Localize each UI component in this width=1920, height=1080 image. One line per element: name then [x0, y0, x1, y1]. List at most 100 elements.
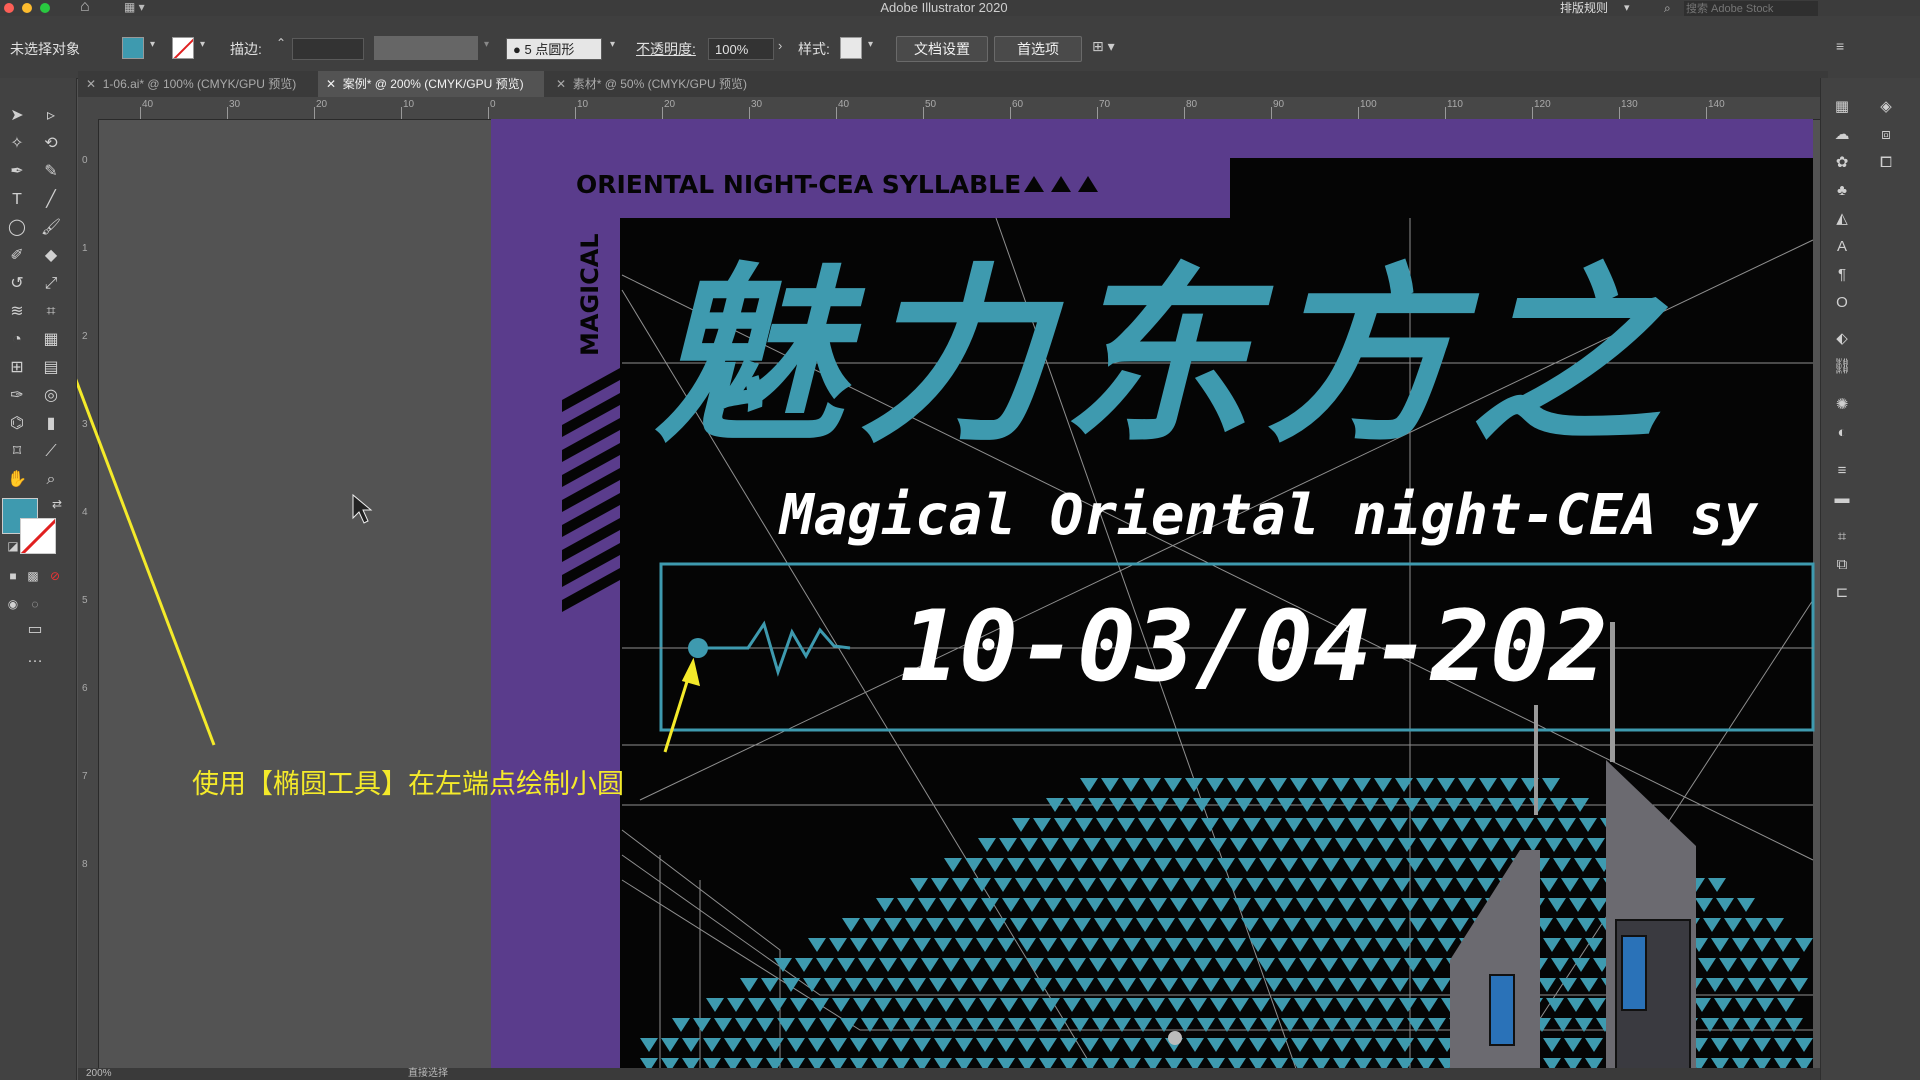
more-tools-icon[interactable]: …	[22, 646, 48, 670]
pattern-triangle	[1385, 858, 1403, 872]
color-icon[interactable]: ✺	[1829, 394, 1855, 416]
pattern-triangle	[1427, 858, 1445, 872]
pattern-triangle	[1228, 1038, 1246, 1052]
pen-tool-icon[interactable]: ✒	[4, 160, 30, 184]
pattern-triangle	[1228, 938, 1246, 952]
screen-mode-icon[interactable]: ▭	[22, 618, 48, 642]
pattern-triangle	[1404, 958, 1422, 972]
perspective-grid-tool-icon[interactable]: ▦	[38, 328, 64, 352]
pathfinder-icon[interactable]: ⧉	[1829, 554, 1855, 576]
pattern-triangle	[1236, 958, 1254, 972]
eyedropper-tool-icon[interactable]: ✑	[4, 384, 30, 408]
none-mode-icon[interactable]: ⊘	[42, 564, 68, 588]
default-colors-icon[interactable]: ◪	[0, 534, 26, 558]
blend-tool-icon[interactable]: ◎	[38, 384, 64, 408]
transform-icon[interactable]: ⬖	[1829, 328, 1855, 350]
pattern-triangle	[1440, 838, 1458, 852]
color-guide-icon[interactable]: ◐	[1829, 422, 1855, 444]
pattern-triangle	[1233, 898, 1251, 912]
pattern-triangle	[1332, 778, 1350, 792]
pattern-triangle	[1790, 978, 1808, 992]
pattern-triangle	[672, 1018, 690, 1032]
symbol-sprayer-tool-icon[interactable]: ⌬	[4, 412, 30, 436]
artwork-canvas[interactable]: ORIENTAL NIGHT-CEA SYLLABLE MAGICAL 魅力东方…	[0, 0, 1920, 1080]
artboards-icon[interactable]: ⧈	[1873, 124, 1899, 146]
pattern-triangle	[1005, 958, 1023, 972]
column-graph-tool-icon[interactable]: ▮	[38, 412, 64, 436]
libraries-icon[interactable]: ☁	[1829, 124, 1855, 146]
pattern-triangle	[1322, 858, 1340, 872]
align-icon[interactable]: ⊏	[1829, 582, 1855, 604]
scale-tool-icon[interactable]: ⤢	[38, 272, 64, 296]
pattern-triangle	[1249, 1038, 1267, 1052]
zoom-level[interactable]: 200%	[86, 1068, 112, 1080]
symbols-icon[interactable]: ♣	[1829, 180, 1855, 202]
properties-icon[interactable]: ▦	[1829, 96, 1855, 118]
current-tool-name: 直接选择	[408, 1068, 448, 1079]
opentype-icon[interactable]: O	[1829, 292, 1855, 314]
character-icon[interactable]: A	[1829, 236, 1855, 258]
pattern-triangle	[829, 1038, 847, 1052]
free-transform-tool-icon[interactable]: ⌗	[38, 300, 64, 324]
pattern-triangle	[892, 1038, 910, 1052]
pattern-triangle	[1325, 918, 1343, 932]
pattern-triangle	[1291, 938, 1309, 952]
pattern-triangle	[931, 878, 949, 892]
lasso-tool-icon[interactable]: ⟲	[38, 132, 64, 156]
hand-tool-icon[interactable]: ✋	[4, 468, 30, 492]
curvature-tool-icon[interactable]: ✎	[38, 160, 64, 184]
pattern-triangle	[1706, 978, 1724, 992]
stroke-icon[interactable]: ≡	[1829, 460, 1855, 482]
direct-selection-tool-icon[interactable]: ▹	[38, 104, 64, 128]
title-cn: 魅力东方之	[654, 247, 1674, 468]
paragraph-icon[interactable]: ¶	[1829, 264, 1855, 286]
pattern-triangle	[1567, 998, 1585, 1012]
slice-tool-icon[interactable]: ⟋	[38, 440, 64, 464]
pattern-triangle	[1285, 818, 1303, 832]
draw-behind-icon[interactable]: ◌	[22, 592, 48, 616]
eraser-tool-icon[interactable]: ◆	[38, 244, 64, 268]
pattern-triangle	[1194, 958, 1212, 972]
selection-tool-icon[interactable]: ➤	[4, 104, 30, 128]
ellipse-tool-icon[interactable]: ◯	[4, 216, 30, 240]
pattern-triangle	[1367, 918, 1385, 932]
pattern-triangle	[1080, 778, 1098, 792]
status-bar: 200% 直接选择	[78, 1068, 1820, 1080]
asset-export-icon[interactable]: ⧠	[1873, 152, 1899, 174]
pattern-triangle	[1585, 1038, 1603, 1052]
pattern-triangle	[1117, 818, 1135, 832]
swap-colors-icon[interactable]: ⇄	[44, 492, 70, 516]
pattern-triangle	[1416, 778, 1434, 792]
transparency-icon[interactable]: ⌗	[1829, 526, 1855, 548]
pattern-triangle	[1414, 878, 1432, 892]
width-tool-icon[interactable]: ≋	[4, 300, 30, 324]
pattern-triangle	[892, 938, 910, 952]
paintbrush-tool-icon[interactable]: 🖌	[38, 216, 64, 240]
pattern-triangle	[1167, 838, 1185, 852]
pattern-triangle	[640, 1038, 658, 1052]
mesh-tool-icon[interactable]: ⊞	[4, 356, 30, 380]
zoom-tool-icon[interactable]: ⌕	[38, 468, 64, 492]
layers-icon[interactable]: ◈	[1873, 96, 1899, 118]
links-icon[interactable]: ⛓	[1829, 356, 1855, 378]
shaper-tool-icon[interactable]: ✐	[4, 244, 30, 268]
pattern-triangle	[1272, 838, 1290, 852]
graphic-styles-icon[interactable]: ◭	[1829, 208, 1855, 230]
pattern-triangle	[1503, 838, 1521, 852]
rotate-tool-icon[interactable]: ↺	[4, 272, 30, 296]
artboard-tool-icon[interactable]: ⌑	[4, 440, 30, 464]
line-segment-tool-icon[interactable]: ╱	[38, 188, 64, 212]
gradient-icon[interactable]: ▬	[1829, 488, 1855, 510]
gradient-tool-icon[interactable]: ▤	[38, 356, 64, 380]
shape-builder-tool-icon[interactable]: ◔	[4, 328, 30, 352]
pattern-triangle	[1083, 838, 1101, 852]
pattern-triangle	[1244, 978, 1262, 992]
brushes-icon[interactable]: ✿	[1829, 152, 1855, 174]
pattern-triangle	[1294, 998, 1312, 1012]
pattern-triangle	[1000, 998, 1018, 1012]
pattern-triangle	[1391, 978, 1409, 992]
magic-wand-tool-icon[interactable]: ✧	[4, 132, 30, 156]
pattern-triangle	[1490, 858, 1508, 872]
type-tool-icon[interactable]: T	[4, 188, 30, 212]
pattern-triangle	[944, 858, 962, 872]
